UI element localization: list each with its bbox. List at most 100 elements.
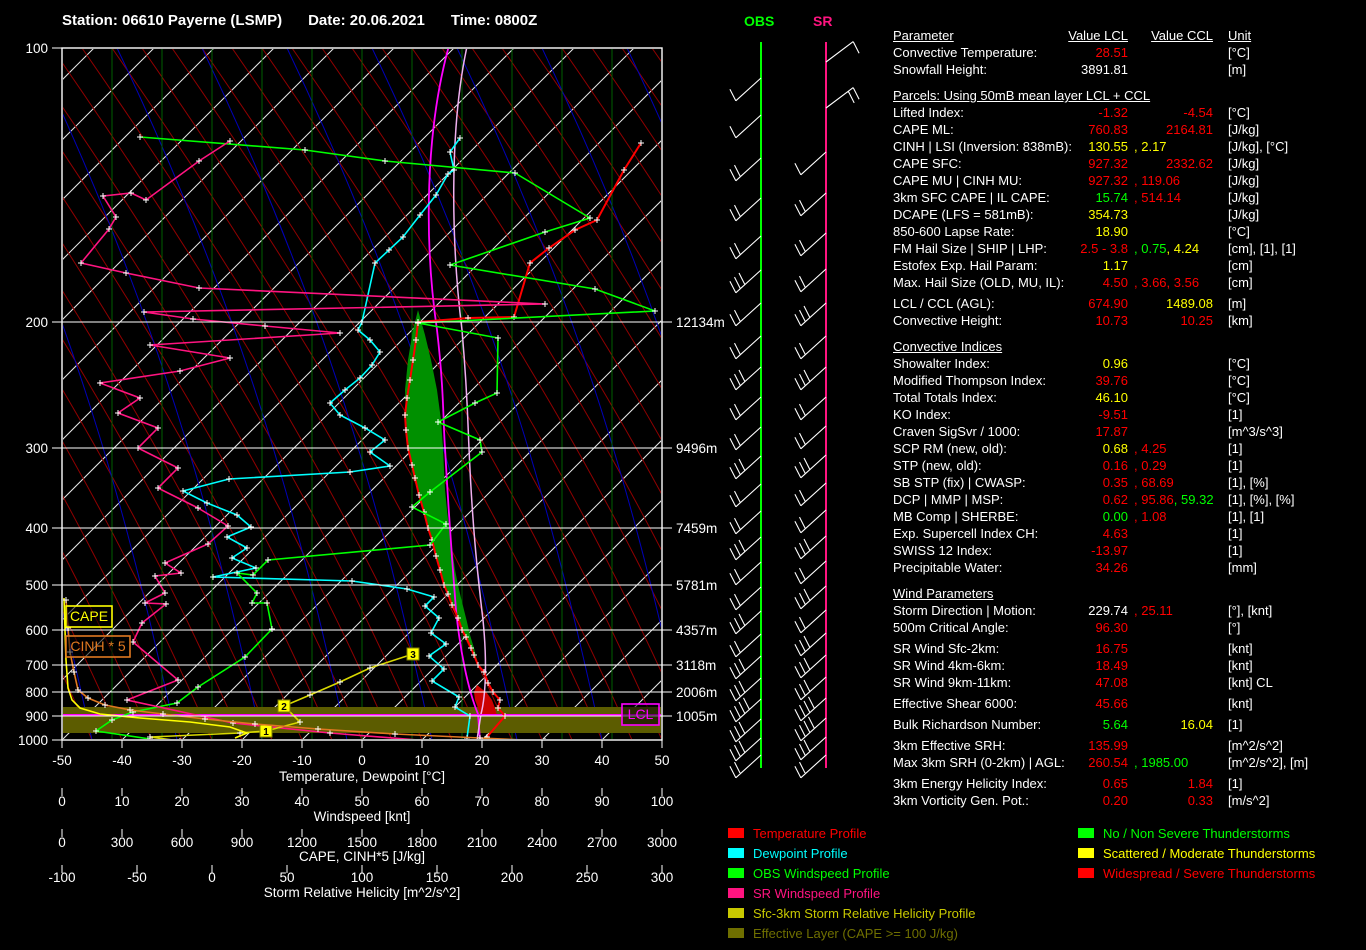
parameter-value: 0.96 [1102, 356, 1128, 371]
parameter-row: Effective Shear 6000: 45.66 [knt] [893, 695, 1365, 712]
legend-swatch-icon [1078, 828, 1094, 838]
moist-adiabat-line [532, 49, 661, 243]
axis-tick-label: 1800 [407, 835, 437, 850]
moist-adiabat-line [472, 49, 661, 339]
profile-legend-item: OBS Windspeed Profile [728, 863, 976, 883]
parameter-unit: [m/s^2] [1228, 793, 1270, 808]
axis-tick-label: 90 [594, 794, 609, 809]
axis-tick-label: 600 [171, 835, 194, 850]
parameter-unit: [°C] [1228, 105, 1250, 120]
axis-tick-label: 250 [576, 870, 599, 885]
cape-label: CAPE [70, 608, 108, 624]
parameter-row: STP (new, old): 0.16 , 0.29 [1] [893, 457, 1365, 474]
height-label: 2006m [676, 685, 717, 700]
parameter-value: 0.62 [1102, 492, 1128, 507]
parameter-unit: [1] [1228, 458, 1243, 473]
cinh-label: CINH * 5 [70, 638, 125, 654]
parameter-value: 10.73 [1095, 313, 1128, 328]
parameter-value: 0.35 [1102, 475, 1128, 490]
parameter-value: 28.51 [1095, 45, 1128, 60]
parameter-row: 850-600 Lapse Rate: 18.90 [°C] [893, 223, 1365, 240]
axis-tick-label: -40 [112, 753, 132, 768]
profile-legend-item: SR Windspeed Profile [728, 883, 976, 903]
parameter-row: Storm Direction | Motion: 229.74 , 25.11 [°… [893, 602, 1365, 619]
parameter-unit: [m] [1228, 62, 1247, 77]
legend-label: No / Non Severe Thunderstorms [1103, 825, 1290, 841]
parameter-label: KO Index: [893, 407, 951, 422]
legend-label: Dewpoint Profile [753, 845, 848, 861]
parameter-row: SCP RM (new, old): 0.68 , 4.25 [1] [893, 440, 1365, 457]
parameter-label: Craven SigSvr / 1000: [893, 424, 1021, 439]
parameter-value: 16.04 [1180, 717, 1213, 732]
parameter-label: 500m Critical Angle: [893, 620, 1009, 635]
parameter-label: Snowfall Height: [893, 62, 987, 77]
parameter-row: MB Comp | SHERBE: 0.00 , 1.08 [1], [1] [893, 508, 1365, 525]
parameter-value: 46.10 [1095, 390, 1128, 405]
profile-legend-item: Effective Layer (CAPE >= 100 J/kg) [728, 923, 976, 943]
parameter-value: 10.25 [1180, 313, 1213, 328]
moist-adiabat-line [442, 49, 661, 389]
parameter-unit: [1] [1228, 717, 1243, 732]
parameter-row: DCAPE (LFS = 581mB): 354.73 [J/kg] [893, 206, 1365, 223]
skewt-app-window: Station: 06610 Payerne (LSMP) Date: 20.06… [0, 0, 1366, 950]
axis-tick-label: 40 [294, 794, 309, 809]
parameter-value: , 4.25 [1134, 441, 1167, 456]
parameter-value: 16.75 [1095, 641, 1128, 656]
axis-tick-label: 30 [534, 753, 549, 768]
parameter-label: LCL / CCL (AGL): [893, 296, 995, 311]
parameter-unit: [1] [1228, 407, 1243, 422]
axis-title: Temperature, Dewpoint [°C] [279, 769, 445, 784]
parameter-label: SR Wind 9km-11km: [893, 675, 1012, 690]
parameter-row: Bulk Richardson Number: 5.64 16.04 [1] [893, 716, 1365, 733]
isotherm-line [182, 260, 661, 739]
parameter-unit: [1] [1228, 776, 1243, 791]
srh-km-marker-label: 3 [410, 650, 416, 661]
storm-legend-item: No / Non Severe Thunderstorms [1078, 823, 1315, 843]
axis-tick-label: 0 [58, 794, 66, 809]
parameter-unit: [°], [knt] [1228, 603, 1273, 618]
parameter-value: 1489.08 [1166, 296, 1213, 311]
parameter-row: Max 3km SRH (0-2km) | AGL: 260.54 , 1985.0… [893, 754, 1365, 771]
parameter-value: 2164.81 [1166, 122, 1213, 137]
storm-legend-item: Scattered / Moderate Thunderstorms [1078, 843, 1315, 863]
axis-tick-label: 60 [414, 794, 429, 809]
parameter-label: Max 3km SRH (0-2km) | AGL: [893, 755, 1065, 770]
parameter-value: , 119.06 [1134, 173, 1181, 188]
parameter-value: , 3.66, 3.56 [1134, 275, 1200, 290]
parameter-label: 3km Vorticity Gen. Pot.: [893, 793, 1029, 808]
parameter-unit: [m^2/s^2], [m] [1228, 755, 1309, 770]
parameter-unit: [°] [1228, 620, 1241, 635]
parameter-value: 130.55 [1088, 139, 1128, 154]
srh-km-marker-label: 2 [281, 702, 287, 713]
parameter-value: 39.76 [1095, 373, 1128, 388]
parameter-row: SR Wind 4km-6km: 18.49 [knt] [893, 657, 1365, 674]
parameter-value: , 95.86, 59.32 [1134, 492, 1214, 507]
parameter-label: DCAPE (LFS = 581mB): [893, 207, 1034, 222]
parameter-row: Showalter Index: 0.96 [°C] [893, 355, 1365, 372]
profile-legend-item: Dewpoint Profile [728, 843, 976, 863]
parameter-value: 0.68 [1102, 441, 1128, 456]
legend-swatch-icon [728, 868, 744, 878]
parameter-unit: [cm] [1228, 258, 1253, 273]
col-header-value-lcl: Value LCL [1068, 28, 1128, 43]
parameter-value: -1.32 [1098, 105, 1128, 120]
parameter-row: Precipitable Water: 34.26 [mm] [893, 559, 1365, 576]
legend-swatch-icon [728, 928, 744, 938]
axis-tick-label: 150 [426, 870, 449, 885]
section-header: Wind Parameters [893, 586, 994, 601]
parameter-unit: [mm] [1228, 560, 1257, 575]
parameter-value: 17.87 [1095, 424, 1128, 439]
parameter-value: -4.54 [1183, 105, 1213, 120]
legend-swatch-icon [728, 828, 744, 838]
height-label: 9496m [676, 441, 717, 456]
parameter-value: 135.99 [1088, 738, 1128, 753]
parameter-label: Max. Hail Size (OLD, MU, IL): [893, 275, 1065, 290]
parameter-unit: [J/kg] [1228, 122, 1260, 137]
parameter-label: Bulk Richardson Number: [893, 717, 1042, 732]
parameter-label: Total Totals Index: [893, 390, 997, 405]
parameter-label: Convective Height: [893, 313, 1003, 328]
parameter-value: 354.73 [1088, 207, 1128, 222]
parameter-label: Modified Thompson Index: [893, 373, 1046, 388]
parameter-value: 2.5 - 3.8 [1080, 241, 1128, 256]
parameter-label: DCP | MMP | MSP: [893, 492, 1004, 507]
